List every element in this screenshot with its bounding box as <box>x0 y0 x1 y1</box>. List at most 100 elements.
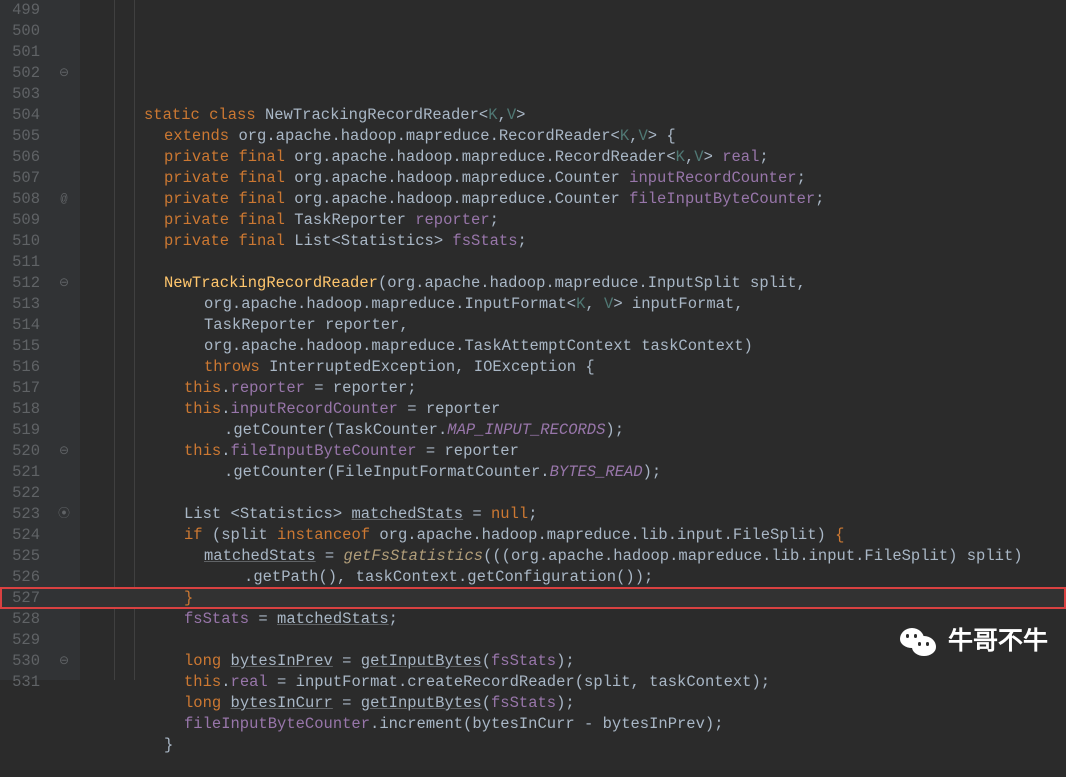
code-token: > <box>704 148 723 166</box>
code-token: , <box>498 106 507 124</box>
line-number: 523 <box>0 504 40 525</box>
code-token: this <box>184 673 221 691</box>
code-line[interactable]: } <box>80 588 1066 609</box>
code-token: , <box>585 295 604 313</box>
code-token: inputRecordCounter <box>231 400 398 418</box>
code-token: instanceof <box>277 526 370 544</box>
code-token: NewTrackingRecordReader <box>164 274 378 292</box>
gutter-annotation-icon[interactable]: ⊖ <box>48 273 80 294</box>
code-line[interactable]: TaskReporter reporter, <box>80 315 1066 336</box>
code-line[interactable]: fileInputByteCounter.increment(bytesInCu… <box>80 714 1066 735</box>
code-token: reporter <box>325 316 399 334</box>
code-token: > <box>516 106 525 124</box>
code-token: BYTES_READ <box>550 463 643 481</box>
code-line[interactable]: private final org.apache.hadoop.mapreduc… <box>80 168 1066 189</box>
code-editor[interactable]: 4995005015025035045055065075085095105115… <box>0 0 1066 680</box>
line-number: 506 <box>0 147 40 168</box>
code-token: org.apache.hadoop.mapreduce.Counter <box>294 190 620 208</box>
code-area[interactable]: static class NewTrackingRecordReader<K,V… <box>80 0 1066 680</box>
code-token: { <box>835 526 844 544</box>
code-line[interactable]: } <box>80 735 1066 756</box>
code-line[interactable]: NewTrackingRecordReader(org.apache.hadoo… <box>80 273 1066 294</box>
code-token: if <box>184 526 203 544</box>
code-token: getCounter <box>233 463 326 481</box>
code-token: .increment( <box>370 715 472 733</box>
code-token: org.apache.hadoop.mapreduce.Counter <box>294 169 620 187</box>
code-line[interactable]: if (split instanceof org.apache.hadoop.m… <box>80 525 1066 546</box>
code-line[interactable]: .getPath(), taskContext.getConfiguration… <box>80 567 1066 588</box>
code-line[interactable]: private final List<Statistics> fsStats; <box>80 231 1066 252</box>
code-token: final <box>238 232 285 250</box>
code-token: taskContext <box>649 673 751 691</box>
line-number: 529 <box>0 630 40 651</box>
code-line[interactable]: .getCounter(FileInputFormatCounter.BYTES… <box>80 462 1066 483</box>
code-token: . <box>224 421 233 439</box>
line-number: 508 <box>0 189 40 210</box>
code-token: TaskReporter <box>294 211 406 229</box>
code-token: . <box>221 379 230 397</box>
code-token: (), taskContext. <box>318 568 467 586</box>
code-token: class <box>209 106 256 124</box>
code-token: . <box>221 442 230 460</box>
code-line[interactable]: this.real = inputFormat.createRecordRead… <box>80 672 1066 693</box>
line-number: 525 <box>0 546 40 567</box>
code-token: = reporter; <box>305 379 417 397</box>
code-line[interactable]: private final org.apache.hadoop.mapreduc… <box>80 147 1066 168</box>
code-token: < <box>666 148 675 166</box>
code-token: ); <box>643 463 662 481</box>
code-line[interactable]: this.fileInputByteCounter = reporter <box>80 441 1066 462</box>
code-line[interactable]: this.inputRecordCounter = reporter <box>80 399 1066 420</box>
wechat-icon <box>900 626 936 656</box>
code-line[interactable]: org.apache.hadoop.mapreduce.InputFormat<… <box>80 294 1066 315</box>
code-token: , <box>685 148 694 166</box>
code-token <box>370 526 379 544</box>
code-line[interactable] <box>80 756 1066 777</box>
code-token: getFsStatistics <box>344 547 484 565</box>
code-line[interactable]: static class NewTrackingRecordReader<K,V… <box>80 105 1066 126</box>
code-token: , <box>455 358 474 376</box>
code-token: . <box>221 673 230 691</box>
gutter-annotation-icon[interactable]: ⊖ <box>48 441 80 462</box>
line-number: 517 <box>0 378 40 399</box>
code-token: getInputBytes <box>361 652 482 670</box>
code-token: V <box>604 295 613 313</box>
code-token: matchedStats <box>351 505 463 523</box>
gutter-annotation-icon[interactable]: @ <box>48 189 80 210</box>
code-line[interactable]: extends org.apache.hadoop.mapreduce.Reco… <box>80 126 1066 147</box>
code-line[interactable]: long bytesInCurr = getInputBytes(fsStats… <box>80 693 1066 714</box>
code-token: reporter <box>415 211 489 229</box>
code-token: org.apache.hadoop.mapreduce.RecordReader <box>294 148 666 166</box>
code-token: , <box>734 295 743 313</box>
code-line[interactable] <box>80 252 1066 273</box>
code-line[interactable]: org.apache.hadoop.mapreduce.TaskAttemptC… <box>80 336 1066 357</box>
code-line[interactable]: private final org.apache.hadoop.mapreduc… <box>80 189 1066 210</box>
code-token: ( <box>482 694 491 712</box>
line-number: 527 <box>0 588 40 609</box>
code-token: org.apache.hadoop.mapreduce.RecordReader <box>238 127 610 145</box>
code-token: = <box>316 547 344 565</box>
code-line[interactable] <box>80 483 1066 504</box>
code-token: ; <box>528 505 537 523</box>
code-token: private <box>164 211 229 229</box>
code-token: long <box>184 652 221 670</box>
line-number: 516 <box>0 357 40 378</box>
code-line[interactable]: throws InterruptedException, IOException… <box>80 357 1066 378</box>
code-line[interactable]: .getCounter(TaskCounter.MAP_INPUT_RECORD… <box>80 420 1066 441</box>
line-number: 512 <box>0 273 40 294</box>
gutter-annotation-icon[interactable]: ⊖ <box>48 651 80 672</box>
code-token: createRecordReader <box>407 673 574 691</box>
code-line[interactable]: matchedStats = getFsStatistics(((org.apa… <box>80 546 1066 567</box>
code-token: < <box>479 106 488 124</box>
code-token: final <box>238 169 285 187</box>
gutter-annotation-icon[interactable]: ⦿ <box>48 504 80 525</box>
code-token: inputRecordCounter <box>629 169 796 187</box>
code-line[interactable]: private final TaskReporter reporter; <box>80 210 1066 231</box>
code-line[interactable]: this.reporter = reporter; <box>80 378 1066 399</box>
code-line[interactable]: List <Statistics> matchedStats = null; <box>80 504 1066 525</box>
code-token: V <box>507 106 516 124</box>
code-token: bytesInPrev <box>603 715 705 733</box>
code-token: this <box>184 400 221 418</box>
gutter-annotation-icon[interactable]: ⊖ <box>48 63 80 84</box>
code-line[interactable] <box>80 84 1066 105</box>
code-token: InterruptedException <box>269 358 455 376</box>
